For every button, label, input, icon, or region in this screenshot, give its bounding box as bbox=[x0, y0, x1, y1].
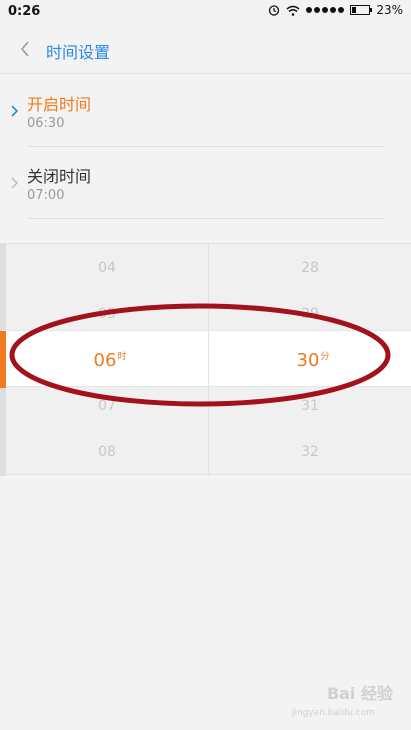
battery-percent: 23% bbox=[376, 3, 403, 17]
list-item-open-time[interactable]: 开启时间 06:30 bbox=[0, 75, 411, 147]
picker-selected-row[interactable]: 06时 30分 bbox=[0, 330, 411, 388]
list-item-title: 开启时间 bbox=[27, 95, 92, 114]
time-list: 开启时间 06:30 关闭时间 07:00 bbox=[0, 75, 411, 243]
list-item-time: 06:30 bbox=[27, 116, 65, 131]
selected-hour[interactable]: 06时 bbox=[94, 349, 127, 371]
minute-unit: 分 bbox=[320, 352, 330, 362]
minute-option[interactable]: 28 bbox=[301, 260, 319, 276]
header: 时间设置 bbox=[0, 24, 411, 74]
selected-minute-value: 30 bbox=[296, 350, 320, 371]
signal-icon bbox=[306, 7, 345, 13]
status-bar: 0:26 23% bbox=[0, 0, 411, 24]
list-item-title: 关闭时间 bbox=[27, 167, 92, 186]
picker-column-divider bbox=[208, 331, 209, 388]
alarm-icon bbox=[269, 5, 280, 16]
divider bbox=[27, 218, 384, 219]
status-icons: 23% bbox=[268, 3, 403, 17]
hour-option[interactable]: 04 bbox=[98, 260, 116, 276]
watermark-logo: Bai 经验 bbox=[326, 684, 393, 703]
chevron-left-icon bbox=[20, 41, 29, 57]
page-title: 时间设置 bbox=[46, 43, 111, 62]
hour-option[interactable]: 07 bbox=[98, 398, 116, 414]
list-item-time: 07:00 bbox=[27, 188, 65, 203]
watermark-url: jingyan.baidu.com bbox=[291, 708, 375, 718]
hour-option[interactable]: 08 bbox=[98, 444, 116, 460]
selected-hour-value: 06 bbox=[93, 350, 117, 371]
status-time: 0:26 bbox=[8, 4, 41, 19]
chevron-right-icon bbox=[11, 177, 18, 189]
selection-accent bbox=[0, 331, 6, 388]
minute-option[interactable]: 29 bbox=[301, 306, 319, 322]
wifi-icon bbox=[286, 5, 300, 16]
selected-minute[interactable]: 30分 bbox=[297, 349, 330, 371]
chevron-right-icon bbox=[11, 105, 19, 117]
battery-icon bbox=[350, 5, 373, 15]
minute-option[interactable]: 32 bbox=[301, 444, 319, 460]
hour-option[interactable]: 05 bbox=[98, 306, 116, 322]
list-item-close-time[interactable]: 关闭时间 07:00 bbox=[0, 147, 411, 219]
minute-option[interactable]: 31 bbox=[301, 398, 319, 414]
back-button[interactable] bbox=[12, 34, 38, 64]
hour-unit: 时 bbox=[117, 352, 127, 362]
